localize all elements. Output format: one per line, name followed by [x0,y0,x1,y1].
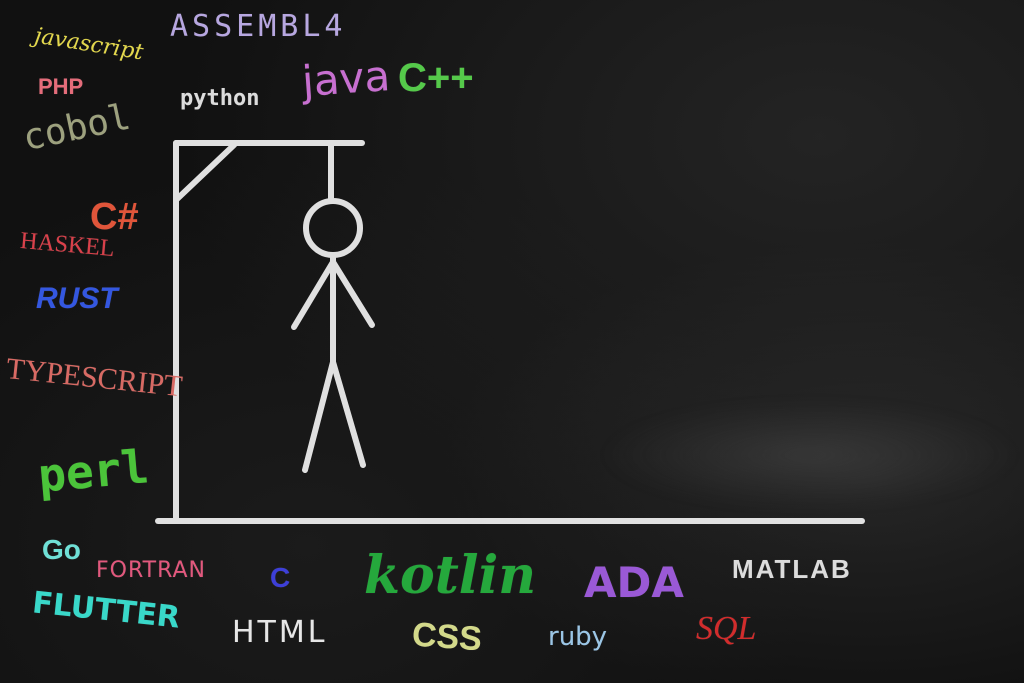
word-go: Go [42,534,81,565]
word-fortran: FORTRAN [96,558,206,583]
word-csharp: C# [90,196,139,238]
word-python: python [180,86,260,111]
word-ruby: ruby [548,622,608,652]
word-css: CSS [410,615,484,659]
word-java: java [300,50,392,107]
hangman-head [303,198,363,258]
hangman-left-arm [291,259,336,330]
word-sql: SQL [696,610,757,647]
word-matlab: MATLAB [732,554,852,584]
word-assembly: ASSEMBL4 [170,9,347,44]
word-rust: RUST [36,282,118,315]
word-ada: ADA [584,558,684,607]
gallows-brace [173,142,237,203]
word-php: PHP [38,74,84,99]
word-perl: perl [35,439,151,503]
hangman-left-leg [302,359,336,473]
hangman-right-leg [330,359,366,468]
word-c: C [270,562,291,593]
word-html: HTML [232,615,328,650]
word-kotlin: kotlin [364,545,537,606]
hangman-right-arm [330,259,375,328]
word-cpp: C++ [398,56,474,100]
